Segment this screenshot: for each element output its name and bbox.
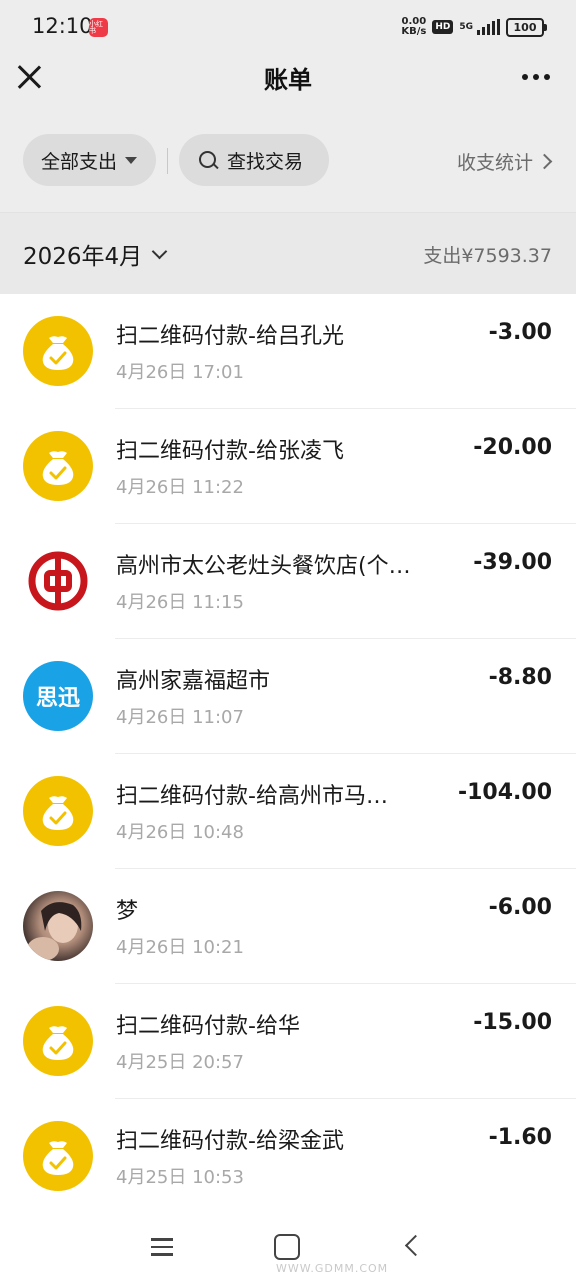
search-transactions-button[interactable]: 查找交易: [179, 134, 329, 186]
transaction-title: 扫二维码付款-给吕孔光: [116, 324, 344, 349]
transaction-list: 扫二维码付款-给吕孔光 4月26日 17:01 -3.00 扫二维码付款-给张凌…: [0, 294, 576, 1214]
transaction-time: 4月26日 11:22: [116, 477, 244, 498]
month-expense-total: 支出¥7593.37: [423, 245, 552, 267]
money-bag-icon: [23, 316, 93, 386]
transaction-amount: -15.00: [473, 1010, 552, 1035]
transaction-time: 4月26日 17:01: [116, 362, 244, 383]
chevron-down-icon: [151, 243, 168, 259]
divider: [167, 148, 168, 174]
money-bag-icon: [23, 1121, 93, 1191]
more-options-icon[interactable]: [522, 74, 550, 80]
back-icon[interactable]: [404, 1234, 427, 1257]
nav-bar: 账单: [0, 56, 576, 102]
home-icon[interactable]: [274, 1234, 300, 1260]
network-type: 5G: [459, 22, 473, 32]
transaction-title: 高州市太公老灶头餐饮店(个…: [116, 554, 411, 579]
transaction-amount: -6.00: [488, 895, 552, 920]
transaction-time: 4月26日 10:21: [116, 937, 244, 958]
watermark: WWW.GDMM.COM: [276, 1262, 389, 1275]
money-bag-icon: [23, 1006, 93, 1076]
status-indicators: 0.00 KB/s HD 5G 100: [401, 17, 547, 37]
transaction-row[interactable]: 扫二维码付款-给高州市马… 4月26日 10:48 -104.00: [0, 754, 576, 869]
transaction-time: 4月25日 20:57: [116, 1052, 244, 1073]
status-time: 12:10: [32, 14, 93, 38]
transaction-amount: -3.00: [488, 320, 552, 345]
transaction-amount: -104.00: [457, 780, 552, 805]
transaction-time: 4月25日 10:53: [116, 1167, 244, 1188]
search-icon: [199, 151, 217, 169]
transaction-amount: -39.00: [473, 550, 552, 575]
battery-icon: 100: [506, 17, 547, 37]
transaction-title: 梦: [116, 899, 139, 924]
all-expense-filter-label: 全部支出: [41, 150, 118, 173]
transaction-amount: -1.60: [488, 1125, 552, 1150]
hd-icon: HD: [432, 20, 454, 34]
transaction-row[interactable]: 扫二维码付款-给吕孔光 4月26日 17:01 -3.00: [0, 294, 576, 409]
menu-icon[interactable]: [151, 1238, 173, 1256]
transaction-amount: -20.00: [473, 435, 552, 460]
stats-link-label: 收支统计: [456, 152, 533, 174]
income-expense-stats-link[interactable]: 收支统计: [456, 148, 553, 175]
month-header: 2026年4月 支出¥7593.37: [0, 212, 576, 295]
net-speed-unit: KB/s: [401, 26, 427, 37]
status-bar: 12:10 小红书 0.00 KB/s HD 5G 100: [0, 0, 576, 56]
transaction-row[interactable]: 高州市太公老灶头餐饮店(个… 4月26日 11:15 -39.00: [0, 524, 576, 639]
chevron-right-icon: [536, 153, 553, 170]
transaction-time: 4月26日 10:48: [116, 822, 244, 843]
month-selector[interactable]: 2026年4月: [23, 237, 168, 271]
signal-icon: [477, 19, 500, 35]
transaction-time: 4月26日 11:07: [116, 707, 244, 728]
transaction-row[interactable]: 扫二维码付款-给张凌飞 4月26日 11:22 -20.00: [0, 409, 576, 524]
transaction-title: 扫二维码付款-给张凌飞: [116, 439, 344, 464]
transaction-title: 扫二维码付款-给高州市马…: [116, 784, 388, 809]
money-bag-icon: [23, 431, 93, 501]
transaction-row[interactable]: 扫二维码付款-给华 4月25日 20:57 -15.00: [0, 984, 576, 1099]
page-title: 账单: [264, 66, 312, 94]
transaction-row[interactable]: 梦 4月26日 10:21 -6.00: [0, 869, 576, 984]
transaction-title: 扫二维码付款-给梁金武: [116, 1129, 344, 1154]
month-label: 2026年4月: [23, 244, 143, 270]
transaction-amount: -8.80: [488, 665, 552, 690]
transaction-title: 扫二维码付款-给华: [116, 1014, 300, 1039]
transaction-title: 高州家嘉福超市: [116, 669, 271, 694]
caret-down-icon: [125, 156, 138, 164]
transaction-row[interactable]: 扫二维码付款-给梁金武 4月25日 10:53 -1.60: [0, 1099, 576, 1214]
transaction-time: 4月26日 11:15: [116, 592, 244, 613]
sixun-logo: 思迅: [23, 661, 93, 731]
system-nav-bar: WWW.GDMM.COM: [0, 1214, 576, 1280]
money-bag-icon: [23, 776, 93, 846]
search-transactions-label: 查找交易: [227, 150, 304, 173]
net-speed-indicator: 0.00 KB/s: [401, 17, 426, 37]
all-expense-filter-button[interactable]: 全部支出: [23, 134, 156, 186]
filter-row: 全部支出 查找交易 收支统计: [0, 134, 576, 188]
app-notification-icon: 小红书: [89, 18, 108, 37]
transaction-row[interactable]: 思迅 高州家嘉福超市 4月26日 11:07 -8.80: [0, 639, 576, 754]
bank-of-china-logo: [23, 546, 93, 616]
user-avatar-photo: [23, 891, 93, 961]
